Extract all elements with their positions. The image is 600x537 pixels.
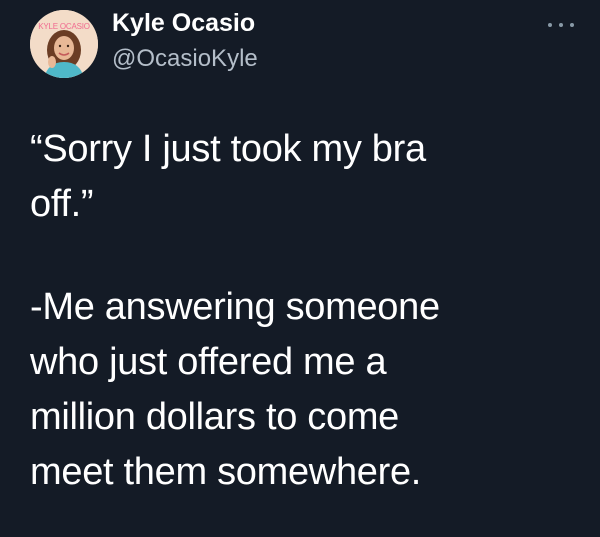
dot: [559, 23, 563, 27]
display-name[interactable]: Kyle Ocasio: [112, 8, 258, 38]
tweet-line: off.”: [30, 183, 94, 225]
avatar-photo: [30, 10, 98, 78]
avatar-wordmark: KYLE OCASIO: [38, 22, 90, 31]
tweet-line: million dollars to come: [30, 396, 400, 438]
tweet-paragraph: -Me answering someone who just offered m…: [30, 280, 575, 500]
tweet-line: meet them somewhere.: [30, 451, 422, 493]
tweet-paragraph: “Sorry I just took my bra off.”: [30, 122, 575, 232]
avatar[interactable]: KYLE OCASIO: [30, 10, 98, 78]
dot: [570, 23, 574, 27]
tweet-line: who just offered me a: [30, 341, 387, 383]
user-handle[interactable]: @OcasioKyle: [112, 44, 258, 74]
more-horizontal-icon[interactable]: [548, 18, 574, 32]
tweet-line: “Sorry I just took my bra: [30, 128, 426, 170]
dot: [548, 23, 552, 27]
tweet-text: “Sorry I just took my bra off.” -Me answ…: [30, 122, 575, 500]
tweet-header: KYLE OCASIO Kyle Ocasio @OcasioKyle: [30, 8, 580, 80]
tweet-card: KYLE OCASIO Kyle Ocasio @OcasioKyle “Sor…: [0, 0, 600, 537]
author-names: Kyle Ocasio @OcasioKyle: [112, 8, 258, 74]
tweet-line: -Me answering someone: [30, 286, 440, 328]
